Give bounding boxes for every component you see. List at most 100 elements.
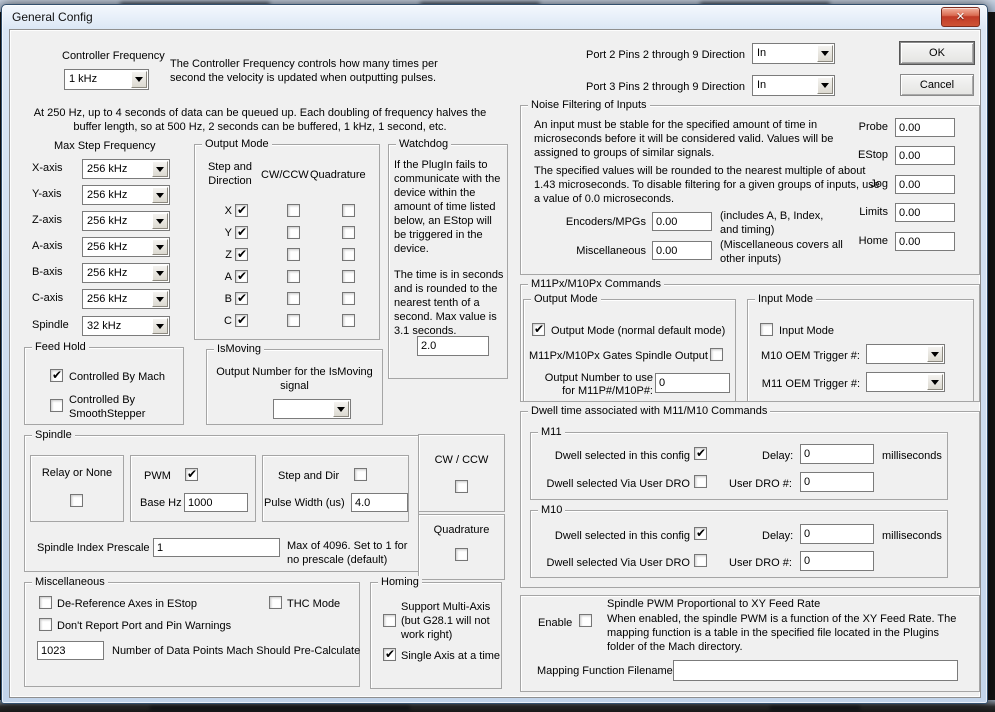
m11-user-dro-field[interactable]	[800, 472, 874, 492]
enable-checkbox[interactable]	[579, 614, 592, 627]
m11-delay-field[interactable]	[800, 444, 874, 464]
output-number-field[interactable]	[655, 373, 730, 393]
gates-spindle-output-checkbox[interactable]	[710, 348, 723, 361]
port3-direction-select[interactable]: In	[752, 75, 835, 96]
thc-mode-label: THC Mode	[287, 598, 340, 611]
step-dir-y-checkbox[interactable]	[235, 226, 248, 239]
cancel-button[interactable]: Cancel	[900, 74, 974, 96]
column-header-step-direction: Step and Direction	[202, 160, 258, 188]
quadrature-c-checkbox[interactable]	[342, 314, 355, 327]
thc-mode-checkbox[interactable]	[269, 596, 282, 609]
max-step-c-select[interactable]: 256 kHz	[82, 289, 170, 309]
cwccw-x-checkbox[interactable]	[287, 204, 300, 217]
encoders-mpgs-field[interactable]	[652, 212, 712, 231]
cwccw-c-checkbox[interactable]	[287, 314, 300, 327]
spindle-cwccw-checkbox[interactable]	[455, 480, 468, 493]
m10-user-dro-label: User DRO #:	[729, 557, 792, 570]
max-step-b-select[interactable]: 256 kHz	[82, 263, 170, 283]
estop-field[interactable]	[895, 146, 955, 165]
mpx-input-mode-label: Input Mode	[779, 325, 834, 338]
jog-field[interactable]	[895, 175, 955, 194]
limits-field[interactable]	[895, 203, 955, 222]
mpx-output-mode-checkbox[interactable]	[532, 323, 545, 336]
probe-field[interactable]	[895, 118, 955, 137]
close-button[interactable]: ✕	[941, 7, 980, 27]
spindle-index-prescale-field[interactable]	[153, 538, 280, 557]
m11-dwell-dro-checkbox[interactable]	[694, 475, 707, 488]
max-step-a-select[interactable]: 256 kHz	[82, 237, 170, 257]
m10-oem-trigger-label: M10 OEM Trigger #:	[756, 350, 860, 363]
buffer-note: At 250 Hz, up to 4 seconds of data can b…	[20, 106, 500, 134]
dereference-axes-checkbox[interactable]	[39, 596, 52, 609]
chevron-down-icon	[817, 77, 833, 94]
m11-oem-trigger-select[interactable]	[866, 372, 945, 392]
quadrature-z-checkbox[interactable]	[342, 248, 355, 261]
max-step-x-select[interactable]: 256 kHz	[82, 159, 170, 179]
m10-dwell-config-checkbox[interactable]	[694, 527, 707, 540]
cwccw-b-checkbox[interactable]	[287, 292, 300, 305]
quadrature-a-checkbox[interactable]	[342, 270, 355, 283]
pwm-checkbox[interactable]	[185, 468, 198, 481]
ok-button[interactable]: OK	[900, 42, 974, 64]
base-hz-field[interactable]	[184, 493, 248, 512]
step-dir-x-checkbox[interactable]	[235, 204, 248, 217]
row-label-z: Z	[216, 249, 232, 262]
cwccw-z-checkbox[interactable]	[287, 248, 300, 261]
support-multi-axis-checkbox[interactable]	[383, 614, 396, 627]
mpx-input-mode-checkbox[interactable]	[760, 323, 773, 336]
group-title: M11Px/M10Px Commands	[528, 278, 664, 290]
row-label-c: C	[216, 315, 232, 328]
spindle-cwccw-label: CW / CCW	[418, 454, 505, 467]
ismoving-output-select[interactable]	[273, 399, 351, 419]
group-title: Noise Filtering of Inputs	[528, 99, 650, 111]
ismoving-description: Output Number for the IsMoving signal	[211, 365, 378, 393]
step-dir-c-checkbox[interactable]	[235, 314, 248, 327]
max-step-z-select[interactable]: 256 kHz	[82, 211, 170, 231]
single-axis-checkbox[interactable]	[383, 648, 396, 661]
max-step-y-select[interactable]: 256 kHz	[82, 185, 170, 205]
max-step-spindle-select[interactable]: 32 kHz	[82, 316, 170, 336]
step-dir-b-checkbox[interactable]	[235, 292, 248, 305]
m11-dwell-config-checkbox[interactable]	[694, 447, 707, 460]
title-bar[interactable]: General Config ✕	[2, 5, 987, 29]
m10-delay-field[interactable]	[800, 524, 874, 544]
controlled-by-smoothstepper-checkbox[interactable]	[50, 399, 63, 412]
step-and-dir-checkbox[interactable]	[354, 468, 367, 481]
port2-direction-select[interactable]: In	[752, 43, 835, 64]
cwccw-a-checkbox[interactable]	[287, 270, 300, 283]
group-title: IsMoving	[214, 343, 264, 355]
dont-report-warnings-checkbox[interactable]	[39, 618, 52, 631]
group-title: Homing	[378, 576, 422, 588]
mapping-filename-field[interactable]	[673, 660, 958, 681]
m10-dwell-dro-checkbox[interactable]	[694, 554, 707, 567]
relay-or-none-checkbox[interactable]	[70, 494, 83, 507]
controlled-by-mach-checkbox[interactable]	[50, 369, 63, 382]
group-title: Dwell time associated with M11/M10 Comma…	[528, 405, 770, 417]
noise-miscellaneous-field[interactable]	[652, 241, 712, 260]
m10-user-dro-field[interactable]	[800, 551, 874, 571]
base-hz-label: Base Hz	[140, 497, 182, 510]
jog-label: Jog	[838, 178, 888, 191]
step-dir-a-checkbox[interactable]	[235, 270, 248, 283]
quadrature-x-checkbox[interactable]	[342, 204, 355, 217]
group-title: Feed Hold	[32, 341, 89, 353]
group-title: Watchdog	[396, 138, 451, 150]
quadrature-y-checkbox[interactable]	[342, 226, 355, 239]
pulse-width-field[interactable]	[351, 493, 408, 512]
step-dir-z-checkbox[interactable]	[235, 248, 248, 261]
single-axis-label: Single Axis at a time	[401, 650, 500, 663]
home-field[interactable]	[895, 232, 955, 251]
group-title: Input Mode	[755, 293, 816, 305]
selected-value: In	[757, 79, 766, 91]
selected-value: 256 kHz	[87, 293, 127, 305]
controller-frequency-select[interactable]: 1 kHz	[64, 69, 149, 90]
cwccw-y-checkbox[interactable]	[287, 226, 300, 239]
quadrature-b-checkbox[interactable]	[342, 292, 355, 305]
watchdog-timeout-field[interactable]	[417, 336, 489, 356]
relay-or-none-box	[30, 455, 124, 522]
dont-report-warnings-label: Don't Report Port and Pin Warnings	[57, 620, 231, 633]
noise-miscellaneous-note: (Miscellaneous covers all other inputs)	[720, 238, 845, 266]
m10-oem-trigger-select[interactable]	[866, 344, 945, 364]
data-points-field[interactable]	[37, 641, 104, 660]
spindle-quadrature-checkbox[interactable]	[455, 548, 468, 561]
